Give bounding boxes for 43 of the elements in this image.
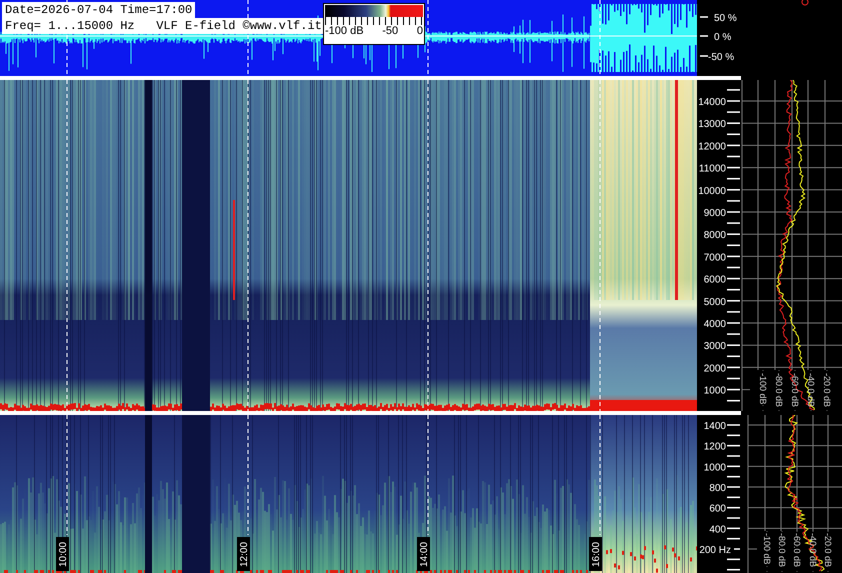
axis-label: -40.0 dB bbox=[808, 533, 818, 568]
date-time-label: Date=2026-07-04 Time=17:00 bbox=[2, 2, 196, 18]
axis-label: 9000 bbox=[704, 208, 726, 219]
axis-label: 0 % bbox=[714, 32, 732, 43]
axis-label: -20.0 dB bbox=[822, 373, 832, 408]
axis-label: 600 bbox=[709, 504, 726, 515]
axis-label: -40.0 dB bbox=[806, 373, 816, 408]
axis-label: 8000 bbox=[704, 230, 726, 242]
axis-label: 6000 bbox=[704, 274, 726, 286]
axis-label: 14000 bbox=[698, 97, 726, 108]
axis-label: 1000 bbox=[704, 386, 726, 397]
axis-label: 1400 bbox=[704, 421, 726, 432]
axis-label: -100 dB bbox=[762, 533, 772, 565]
axis-label: 50 % bbox=[714, 13, 737, 24]
axis-label: -50 % bbox=[708, 52, 734, 63]
time-label: 14:00 bbox=[417, 537, 430, 571]
axis-label: 1000 bbox=[704, 462, 726, 474]
axis-label: 12000 bbox=[698, 141, 726, 152]
axis-label: 3000 bbox=[704, 341, 726, 352]
axis-label: 200 Hz bbox=[699, 545, 731, 556]
axis-label: 7000 bbox=[704, 252, 726, 264]
axis-label: 5000 bbox=[704, 296, 726, 308]
frequency-label: Freq= 1...15000 Hz VLF E-field ©www.vlf.it bbox=[2, 18, 325, 34]
axis-label: -20.0 dB bbox=[823, 533, 833, 568]
axis-label: 4000 bbox=[704, 319, 726, 330]
scale-label: -50 bbox=[382, 25, 398, 38]
axis-label: 800 bbox=[709, 483, 726, 494]
axis-label: -80.0 dB bbox=[777, 533, 787, 568]
time-label: 10:00 bbox=[56, 537, 69, 571]
axis-label: 10000 bbox=[698, 186, 726, 197]
scale-label: -100 dB bbox=[325, 25, 364, 38]
axis-label: 2000 bbox=[704, 363, 726, 374]
axis-label: -60.0 dB bbox=[792, 533, 802, 568]
time-label: 16:00 bbox=[589, 537, 602, 571]
scale-label: 0 bbox=[416, 25, 423, 38]
axis-label: 13000 bbox=[698, 119, 726, 130]
time-label: 12:00 bbox=[237, 537, 250, 571]
axis-label: -100 dB bbox=[758, 373, 768, 405]
axis-label: 11000 bbox=[698, 164, 726, 175]
axis-label: -80.0 dB bbox=[774, 373, 784, 408]
axis-label: -60.0 dB bbox=[790, 373, 800, 408]
axis-label: 400 bbox=[709, 524, 726, 536]
axis-label: 1200 bbox=[704, 442, 726, 453]
